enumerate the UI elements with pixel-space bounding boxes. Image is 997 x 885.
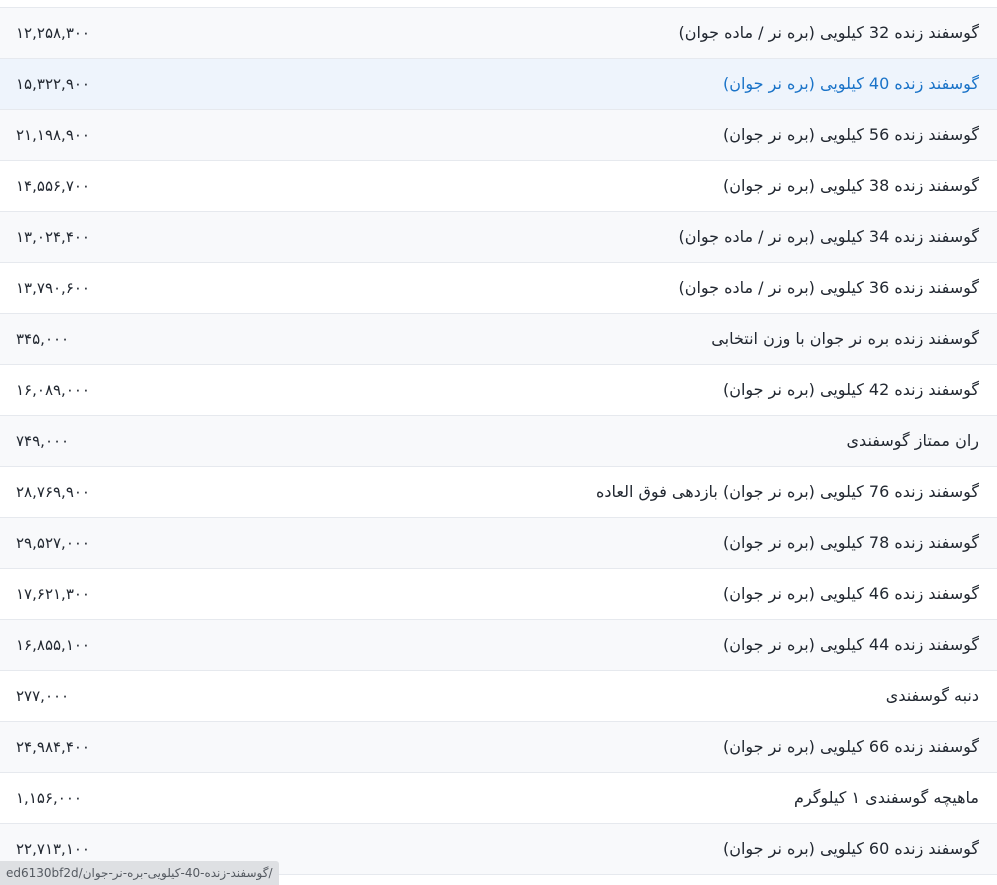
product-price: ۱۴,۵۵۶,۷۰۰ [16,177,90,195]
product-price: ۱۶,۰۸۹,۰۰۰ [16,381,90,399]
product-name-link[interactable]: گوسفند زنده 34 کیلویی (بره نر / ماده جوا… [678,212,979,262]
product-price: ۲۴,۹۸۴,۴۰۰ [16,738,90,756]
product-name-link[interactable]: گوسفند زنده 36 کیلویی (بره نر / ماده جوا… [678,263,979,313]
table-row[interactable]: گوسفند زنده 66 کیلویی (بره نر جوان) ۲۴,۹۸… [0,722,997,773]
product-name-link[interactable]: گوسفند زنده 78 کیلویی (بره نر جوان) [723,518,979,568]
table-row[interactable]: ران ممتاز گوسفندی ۷۴۹,۰۰۰ [0,416,997,467]
product-price: ۷۴۹,۰۰۰ [16,432,70,450]
table-row[interactable]: گوسفند زنده 76 کیلویی (بره نر جوان) بازد… [0,467,997,518]
product-name-link[interactable]: گوسفند زنده 44 کیلویی (بره نر جوان) [723,620,979,670]
table-row[interactable]: ماهیچه گوسفندی ۱ کیلوگرم ۱,۱۵۶,۰۰۰ [0,773,997,824]
product-name-link[interactable]: گوسفند زنده 38 کیلویی (بره نر جوان) [723,161,979,211]
product-price: ۱۳,۷۹۰,۶۰۰ [16,279,90,297]
product-name-link[interactable]: گوسفند زنده 46 کیلویی (بره نر جوان) [723,569,979,619]
product-price: ۲۷۷,۰۰۰ [16,687,70,705]
product-name-link[interactable]: گوسفند زنده 60 کیلویی (بره نر جوان) [723,824,979,874]
table-row[interactable]: گوسفند زنده 78 کیلویی (بره نر جوان) ۲۹,۵۲… [0,518,997,569]
table-row[interactable]: گوسفند زنده 38 کیلویی (بره نر جوان) ۱۴,۵۵… [0,161,997,212]
product-name-link[interactable]: ماهیچه گوسفندی ۱ کیلوگرم [794,773,979,823]
product-price: ۱,۱۵۶,۰۰۰ [16,789,82,807]
table-row[interactable]: دنبه گوسفندی ۲۷۷,۰۰۰ [0,671,997,722]
product-name-link[interactable]: گوسفند زنده 40 کیلویی (بره نر جوان) [723,59,979,109]
product-name-link[interactable]: گوسفند زنده 66 کیلویی (بره نر جوان) [723,722,979,772]
table-row[interactable]: گوسفند زنده 44 کیلویی (بره نر جوان) ۱۶,۸۵… [0,620,997,671]
product-price: ۱۶,۸۵۵,۱۰۰ [16,636,90,654]
table-row[interactable]: گوسفند زنده بره نر جوان با وزن انتخابی ۳۴… [0,314,997,365]
product-price: ۲۱,۱۹۸,۹۰۰ [16,126,90,144]
link-status-bar: ed6130bf2d/گوسفند-زنده-40-کیلویی-بره-نر-… [0,861,279,885]
product-name-link[interactable]: گوسفند زنده 32 کیلویی (بره نر / ماده جوا… [678,8,979,58]
product-name-link[interactable]: گوسفند زنده 76 کیلویی (بره نر جوان) بازد… [596,467,979,517]
product-name-link[interactable]: گوسفند زنده 42 کیلویی (بره نر جوان) [723,365,979,415]
table-row[interactable]: گوسفند زنده 46 کیلویی (بره نر جوان) ۱۷,۶۲… [0,569,997,620]
product-name-link[interactable]: گوسفند زنده بره نر جوان با وزن انتخابی [711,314,979,364]
table-row[interactable]: گوسفند زنده 36 کیلویی (بره نر / ماده جوا… [0,263,997,314]
product-price: ۲۸,۷۶۹,۹۰۰ [16,483,90,501]
product-price: ۳۴۵,۰۰۰ [16,330,70,348]
table-row[interactable]: گوسفند زنده 56 کیلویی (بره نر جوان) ۲۱,۱۹… [0,110,997,161]
product-price: ۱۳,۰۲۴,۴۰۰ [16,228,90,246]
table-row[interactable]: گوسفند زنده 34 کیلویی (بره نر / ماده جوا… [0,212,997,263]
table-row[interactable]: گوسفند زنده 32 کیلویی (بره نر / ماده جوا… [0,8,997,59]
product-price: ۲۹,۵۲۷,۰۰۰ [16,534,90,552]
product-name-link[interactable]: دنبه گوسفندی [886,671,979,721]
price-table: گوسفند زنده 32 کیلویی (بره نر / ماده جوا… [0,7,997,875]
table-row[interactable]: گوسفند زنده 40 کیلویی (بره نر جوان) ۱۵,۳۲… [0,59,997,110]
product-name-link[interactable]: ران ممتاز گوسفندی [847,416,979,466]
product-price: ۱۷,۶۲۱,۳۰۰ [16,585,90,603]
product-name-link[interactable]: گوسفند زنده 56 کیلویی (بره نر جوان) [723,110,979,160]
table-row[interactable]: گوسفند زنده 42 کیلویی (بره نر جوان) ۱۶,۰۸… [0,365,997,416]
product-price: ۱۲,۲۵۸,۳۰۰ [16,24,90,42]
product-price: ۱۵,۳۲۲,۹۰۰ [16,75,90,93]
